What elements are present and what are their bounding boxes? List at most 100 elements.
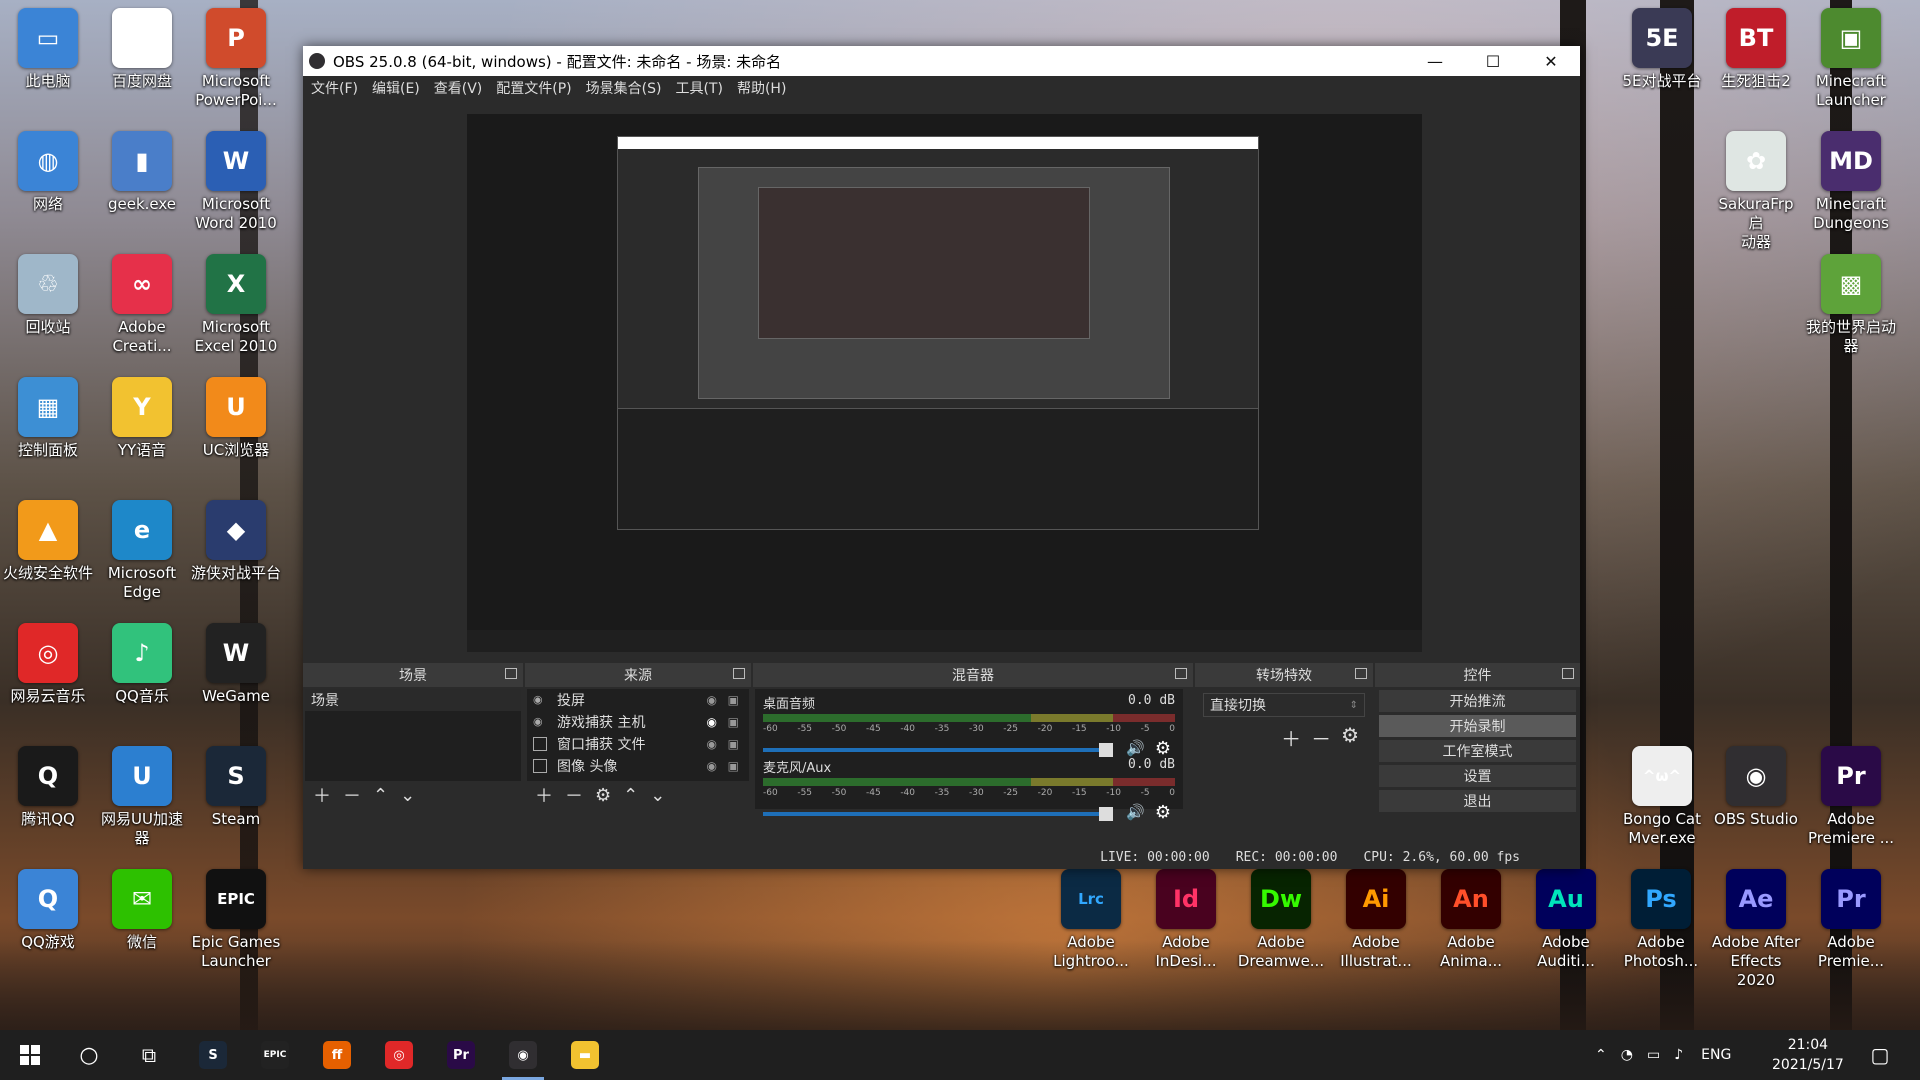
add-icon[interactable]: ＋ (535, 782, 553, 808)
desktop-icon[interactable]: Au Adobe Auditi... (1520, 869, 1612, 971)
battery-icon[interactable]: ▭ (1647, 1047, 1660, 1063)
remove-icon[interactable]: － (1311, 723, 1331, 752)
visibility-icon[interactable]: ◉ (707, 693, 717, 707)
minimize-button[interactable]: — (1406, 46, 1464, 76)
transition-select[interactable]: 直接切换 ⇕ (1203, 693, 1365, 717)
menu-item[interactable]: 场景集合(S) (586, 78, 662, 98)
menu-item[interactable]: 帮助(H) (737, 78, 786, 98)
lock-icon[interactable]: ▣ (728, 759, 739, 773)
desktop-icon[interactable]: Ae Adobe After Effects 2020 (1710, 869, 1802, 990)
desktop-icon[interactable]: ▦ 控制面板 (2, 377, 94, 460)
sources-list[interactable]: ◉投屏◉▣◉游戏捕获 主机◉▣窗口捕获 文件◉▣图像 头像◉▣图像 2◉▣图像◉… (527, 689, 749, 781)
network-icon[interactable]: ◔ (1621, 1047, 1633, 1063)
close-button[interactable]: ✕ (1522, 46, 1580, 76)
desktop-icon[interactable]: ◎ 网易云音乐 (2, 623, 94, 706)
desktop-icon[interactable]: Q 腾讯QQ (2, 746, 94, 829)
desktop-icon[interactable]: ▮ geek.exe (96, 131, 188, 214)
visibility-icon[interactable]: ◉ (707, 737, 717, 751)
menu-item[interactable]: 配置文件(P) (496, 78, 571, 98)
obs-titlebar[interactable]: OBS 25.0.8 (64-bit, windows) - 配置文件: 未命名… (303, 46, 1580, 76)
control-button[interactable]: 设置 (1379, 765, 1576, 787)
desktop-icon[interactable]: BT 生死狙击2 (1710, 8, 1802, 91)
control-button[interactable]: 开始推流 (1379, 690, 1576, 712)
desktop-icon[interactable]: ◍ 网络 (2, 131, 94, 214)
control-button[interactable]: 工作室模式 (1379, 740, 1576, 762)
chevron-up-icon[interactable]: ⌃ (1595, 1047, 1607, 1063)
dock-popout-icon[interactable] (733, 668, 745, 679)
desktop-icon[interactable]: W Microsoft Word 2010 (190, 131, 282, 233)
control-button[interactable]: 退出 (1379, 790, 1576, 812)
control-button[interactable]: 开始录制 (1379, 715, 1576, 737)
desktop-icon[interactable]: ▣ Minecraft Launcher (1805, 8, 1897, 110)
desktop-icon[interactable]: ◆ 游侠对战平台 (190, 500, 282, 583)
volume-slider[interactable]: 🔊 ⚙ (763, 738, 1175, 759)
desktop-icon[interactable]: 5E 5E对战平台 (1616, 8, 1708, 91)
source-item[interactable]: 窗口捕获 文件 ◉ ▣ (527, 733, 749, 755)
desktop-icon[interactable]: S Steam (190, 746, 282, 829)
desktop-icon[interactable]: e Microsoft Edge (96, 500, 188, 602)
desktop-icon[interactable]: ♲ 回收站 (2, 254, 94, 337)
lock-icon[interactable]: ▣ (728, 715, 739, 729)
desktop-icon[interactable]: ◉ OBS Studio (1710, 746, 1802, 829)
menu-item[interactable]: 文件(F) (311, 78, 358, 98)
scenes-list[interactable]: 场景 (305, 689, 521, 781)
menu-item[interactable]: 编辑(E) (372, 78, 420, 98)
move-up-icon[interactable]: ⌃ (623, 785, 638, 806)
menu-item[interactable]: 查看(V) (434, 78, 483, 98)
source-item[interactable]: ◉ 投屏 ◉ ▣ (527, 689, 749, 711)
move-up-icon[interactable]: ⌃ (373, 785, 388, 806)
slider-knob[interactable] (1099, 743, 1113, 757)
desktop-icon[interactable]: Id Adobe InDesi... (1140, 869, 1232, 971)
speaker-icon[interactable]: 🔊 (1126, 739, 1145, 757)
steam-taskbar-button[interactable]: S (188, 1030, 238, 1080)
search-button[interactable]: ○ (64, 1030, 114, 1080)
maximize-button[interactable]: ☐ (1464, 46, 1522, 76)
desktop-icon[interactable]: P Microsoft PowerPoi... (190, 8, 282, 110)
move-down-icon[interactable]: ⌄ (400, 785, 415, 806)
visibility-icon[interactable]: ◉ (707, 715, 717, 729)
desktop-icon[interactable]: X Microsoft Excel 2010 (190, 254, 282, 356)
remove-icon[interactable]: － (565, 782, 583, 808)
desktop-icon[interactable]: Dw Adobe Dreamwe... (1235, 869, 1327, 971)
desktop-icon[interactable]: ✿ SakuraFrp 启 动器 (1710, 131, 1802, 252)
task-view-button[interactable]: ⧉ (124, 1030, 174, 1080)
gear-icon[interactable]: ⚙ (1341, 723, 1359, 752)
notification-button[interactable]: ▢ (1855, 1030, 1905, 1080)
gear-icon[interactable]: ⚙ (1155, 738, 1171, 759)
desktop-icon[interactable]: Y YY语音 (96, 377, 188, 460)
desktop-icon[interactable]: W WeGame (190, 623, 282, 706)
desktop-icon[interactable]: Pr Adobe Premie... (1805, 869, 1897, 971)
speaker-icon[interactable]: 🔊 (1126, 803, 1145, 821)
desktop-icon[interactable]: ♪ QQ音乐 (96, 623, 188, 706)
language-indicator[interactable]: ENG (1701, 1047, 1731, 1063)
desktop-icon[interactable]: ▭ 此电脑 (2, 8, 94, 91)
epic-taskbar-button[interactable]: EPIC (250, 1030, 300, 1080)
desktop-icon[interactable]: ✉ 微信 (96, 869, 188, 952)
dock-popout-icon[interactable] (1175, 668, 1187, 679)
desktop-icon[interactable]: Pr Adobe Premiere ... (1805, 746, 1897, 848)
desktop-icon[interactable]: ▩ 我的世界启动 器 (1805, 254, 1897, 356)
preview-canvas[interactable] (467, 114, 1422, 652)
slider-knob[interactable] (1099, 807, 1113, 821)
obs-taskbar-button[interactable]: ◉ (498, 1030, 548, 1080)
menu-item[interactable]: 工具(T) (675, 78, 722, 98)
dock-popout-icon[interactable] (1562, 668, 1574, 679)
desktop-icon[interactable]: ▲ 火绒安全软件 (2, 500, 94, 583)
add-icon[interactable]: ＋ (1281, 723, 1301, 752)
desktop-icon[interactable]: ∞ 百度网盘 (96, 8, 188, 91)
lock-icon[interactable]: ▣ (728, 693, 739, 707)
source-item[interactable]: 图像 头像 ◉ ▣ (527, 755, 749, 777)
scene-item[interactable]: 场景 (305, 689, 521, 711)
lock-icon[interactable]: ▣ (728, 737, 739, 751)
desktop-icon[interactable]: Lrc Adobe Lightroo... (1045, 869, 1137, 971)
premiere-taskbar-button[interactable]: Pr (436, 1030, 486, 1080)
desktop-icon[interactable]: Ps Adobe Photosh... (1615, 869, 1707, 971)
move-down-icon[interactable]: ⌄ (650, 785, 665, 806)
start-button[interactable] (5, 1030, 55, 1080)
dock-popout-icon[interactable] (505, 668, 517, 679)
remove-icon[interactable]: － (343, 782, 361, 808)
gear-icon[interactable]: ⚙ (1155, 802, 1171, 823)
volume-icon[interactable]: ♪ (1674, 1047, 1683, 1063)
firefox-taskbar-button[interactable]: ff (312, 1030, 362, 1080)
desktop-icon[interactable]: MD Minecraft Dungeons (1805, 131, 1897, 233)
